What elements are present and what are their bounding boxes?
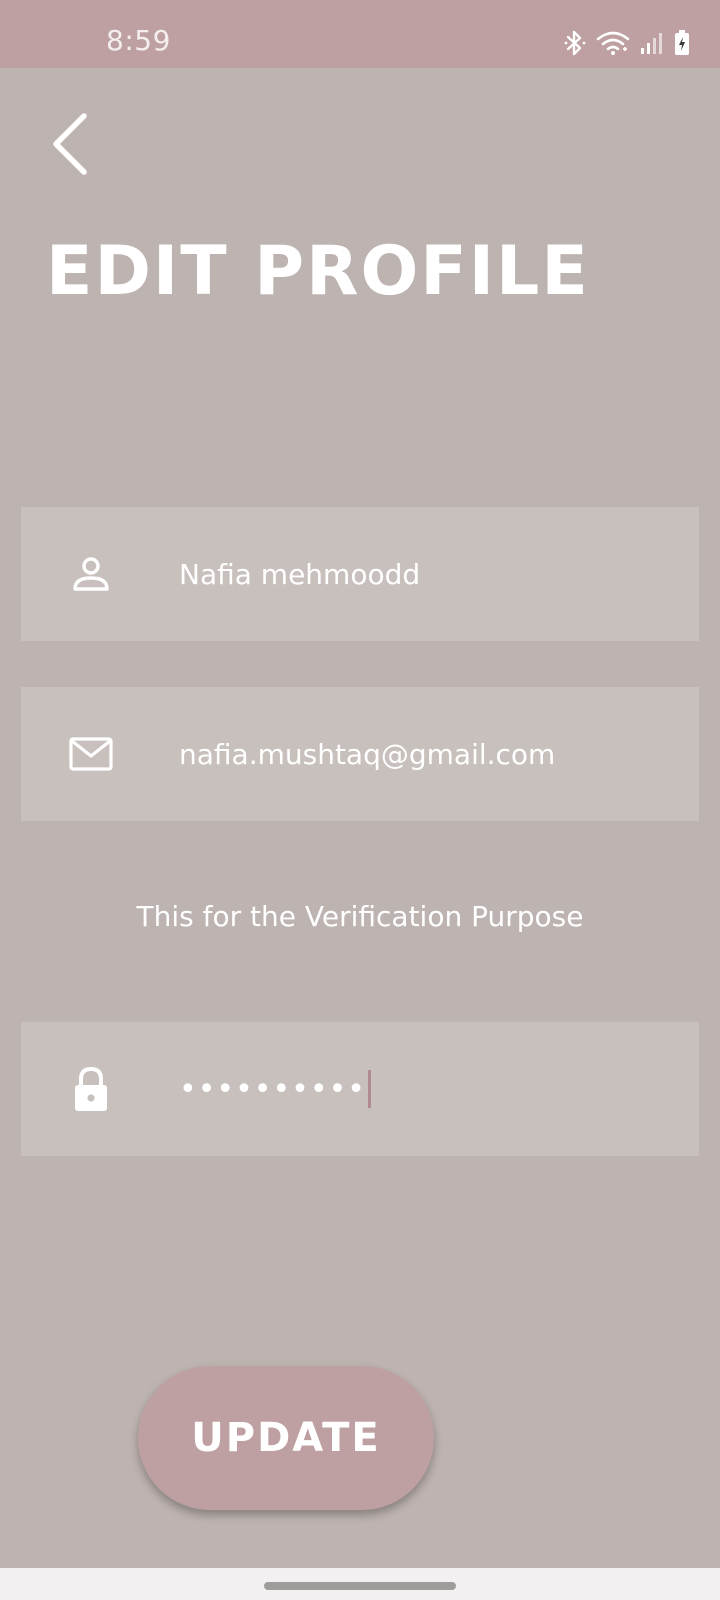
password-input[interactable]: •••••••••• [179, 1072, 366, 1107]
email-input[interactable]: nafia.mushtaq@gmail.com [179, 687, 679, 821]
navigation-bar [0, 1568, 720, 1600]
home-gesture-handle[interactable] [264, 1582, 456, 1590]
mail-icon [67, 730, 115, 778]
status-bar: 8:59 [0, 0, 720, 68]
signal-icon [640, 31, 664, 59]
update-button[interactable]: UPDATE [138, 1366, 434, 1510]
verification-helper-text: This for the Verification Purpose [136, 900, 584, 933]
page-title: EDIT PROFILE [46, 232, 590, 311]
wifi-icon [596, 30, 630, 60]
chevron-left-icon [50, 112, 90, 180]
battery-charging-icon [674, 30, 690, 60]
password-input-wrap[interactable]: •••••••••• [179, 1022, 679, 1156]
status-icons [564, 30, 690, 60]
lock-icon [67, 1065, 115, 1113]
person-icon [67, 550, 115, 598]
name-field[interactable]: Nafia mehmoodd [21, 507, 699, 641]
status-time: 8:59 [106, 24, 171, 57]
name-input[interactable]: Nafia mehmoodd [179, 507, 679, 641]
email-field[interactable]: nafia.mushtaq@gmail.com [21, 687, 699, 821]
back-button[interactable] [40, 108, 100, 184]
password-field[interactable]: •••••••••• [21, 1022, 699, 1156]
bluetooth-icon [564, 30, 586, 60]
text-cursor [367, 1070, 371, 1108]
